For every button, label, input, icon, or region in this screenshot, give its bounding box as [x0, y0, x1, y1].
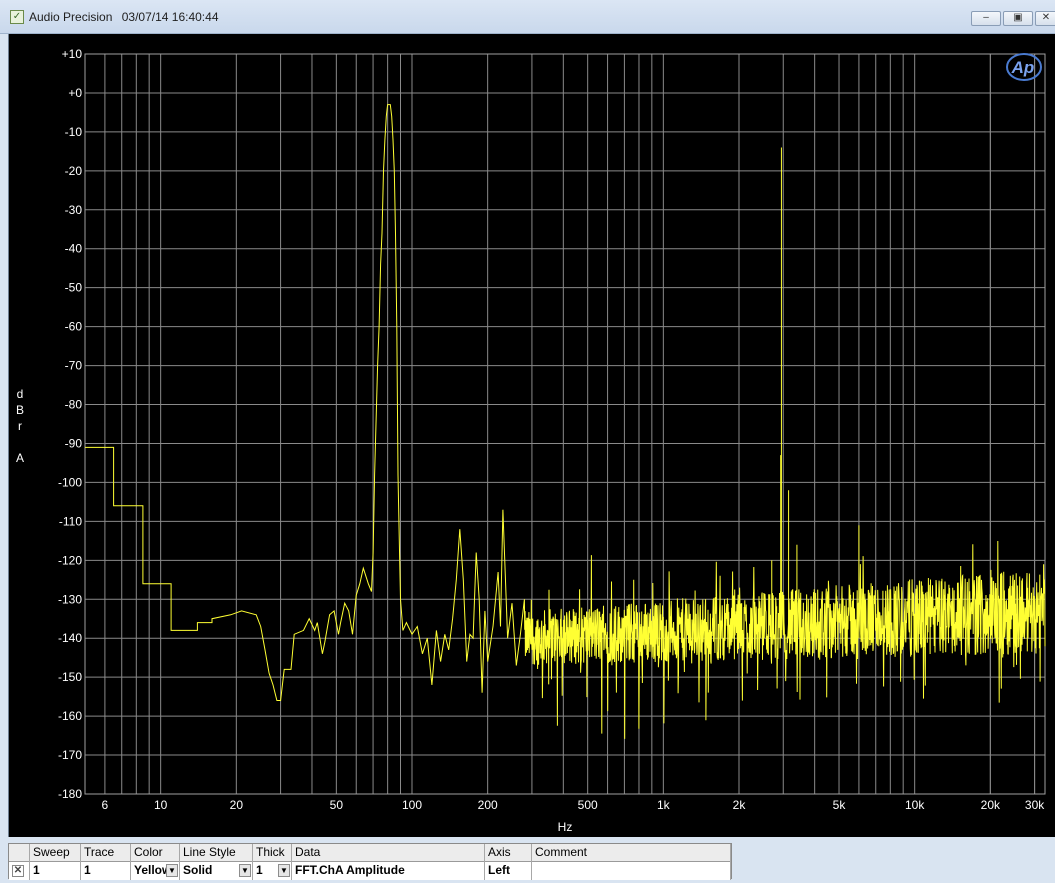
y-tick-label: -70	[65, 359, 83, 373]
comment-cell[interactable]	[532, 862, 731, 880]
y-tick-label: -50	[65, 281, 83, 295]
y-tick-label: +0	[68, 86, 82, 100]
ap-logo-text: Ap	[1011, 58, 1035, 77]
app-icon: ✓	[10, 10, 24, 24]
header-thick: Thick	[253, 844, 292, 862]
trace-group	[85, 104, 1046, 739]
y-tick-label: -170	[58, 748, 82, 762]
dropdown-arrow-icon[interactable]: ▼	[239, 864, 251, 877]
x-tick-labels: 6 10 20 50 100 200 500 1k 2k 5k 10k 20k 30k	[102, 798, 1046, 812]
enable-cell[interactable]: ✕	[9, 862, 30, 880]
grid-lines	[84, 53, 1046, 795]
x-tick-label: 20k	[981, 798, 1001, 812]
window-background	[732, 843, 1055, 883]
dropdown-arrow-icon[interactable]: ▼	[166, 864, 178, 877]
header-blank	[9, 844, 30, 862]
ap-logo: Ap	[1006, 53, 1042, 81]
trace-table: Sweep Trace Color Line Style Thick Data …	[8, 843, 732, 880]
x-tick-label: 6	[102, 798, 109, 812]
window-titlebar: ✓ Audio Precision 03/07/14 16:40:44 – ▣ …	[0, 0, 1055, 34]
header-comment: Comment	[532, 844, 731, 862]
y-tick-label: -160	[58, 709, 82, 723]
header-sweep: Sweep	[30, 844, 81, 862]
app-name: Audio Precision	[29, 10, 113, 24]
x-tick-label: 10	[154, 798, 168, 812]
y-axis-label: dBr A	[16, 387, 24, 465]
fft-chart: +10 +0 -10 -20 -30 -40 -50 -60 -70 -80 -90 -100 -110…	[16, 47, 1046, 834]
x-tick-label: 20	[230, 798, 244, 812]
y-tick-label: -110	[59, 514, 82, 528]
y-tick-label: -140	[58, 631, 82, 645]
x-tick-label: 30k	[1025, 798, 1045, 812]
y-tick-label: -40	[65, 242, 83, 256]
header-axis: Axis	[485, 844, 532, 862]
header-line-style: Line Style	[180, 844, 253, 862]
data-cell[interactable]: FFT.ChA Amplitude	[292, 862, 485, 880]
thick-value: 1	[256, 863, 263, 877]
fft-trace-line	[85, 104, 1046, 739]
header-color: Color	[131, 844, 180, 862]
header-trace: Trace	[81, 844, 131, 862]
y-tick-label: -120	[58, 553, 82, 567]
trace-cell[interactable]: 1	[81, 862, 131, 880]
x-tick-label: 2k	[733, 798, 747, 812]
y-tick-label: -130	[58, 592, 82, 606]
plot-area: +10 +0 -10 -20 -30 -40 -50 -60 -70 -80 -90 -100 -110…	[8, 34, 1055, 837]
x-tick-label: 10k	[905, 798, 925, 812]
x-tick-label: 1k	[657, 798, 671, 812]
y-tick-label: -90	[65, 436, 83, 450]
thick-select[interactable]: 1 ▼	[253, 862, 292, 880]
y-tick-label: -150	[58, 670, 82, 684]
checkbox-checked-icon[interactable]: ✕	[12, 865, 24, 877]
table-row[interactable]: ✕ 1 1 Yellow ▼ Solid ▼ 1 ▼ FFT.ChA Ampli…	[9, 862, 731, 880]
table-header-row: Sweep Trace Color Line Style Thick Data …	[9, 844, 731, 862]
y-tick-label: -100	[58, 475, 82, 489]
line-style-value: Solid	[183, 863, 213, 877]
x-tick-label: 200	[478, 798, 498, 812]
y-axis-label-char: d	[17, 387, 24, 401]
y-tick-label: -20	[65, 164, 83, 178]
x-axis-label: Hz	[558, 820, 573, 834]
header-data: Data	[292, 844, 485, 862]
x-tick-label: 500	[578, 798, 598, 812]
y-axis-label-char: A	[16, 451, 24, 465]
y-tick-label: -180	[58, 787, 82, 801]
dropdown-arrow-icon[interactable]: ▼	[278, 864, 290, 877]
minimize-icon[interactable]: –	[971, 11, 1001, 26]
y-tick-label: -80	[65, 398, 83, 412]
y-tick-label: +10	[62, 47, 83, 61]
restore-icon[interactable]: ▣	[1003, 11, 1033, 26]
x-tick-label: 100	[402, 798, 422, 812]
sweep-cell[interactable]: 1	[30, 862, 81, 880]
color-select[interactable]: Yellow ▼	[131, 862, 180, 880]
axis-cell[interactable]: Left	[485, 862, 532, 880]
y-axis-label-char: r	[18, 419, 22, 433]
y-tick-label: -10	[65, 125, 83, 139]
x-tick-label: 50	[330, 798, 344, 812]
y-tick-label: -60	[65, 320, 83, 334]
y-tick-label: -30	[65, 203, 83, 217]
x-tick-label: 5k	[833, 798, 847, 812]
window-title: Audio Precision 03/07/14 16:40:44	[29, 10, 225, 24]
y-axis-label-char: B	[16, 403, 24, 417]
line-style-select[interactable]: Solid ▼	[180, 862, 253, 880]
close-icon[interactable]: ✕	[1035, 11, 1055, 26]
y-tick-labels: +10 +0 -10 -20 -30 -40 -50 -60 -70 -80 -90 -100 -110…	[58, 47, 82, 801]
window-timestamp: 03/07/14 16:40:44	[121, 10, 219, 24]
plot-border	[84, 53, 1046, 795]
